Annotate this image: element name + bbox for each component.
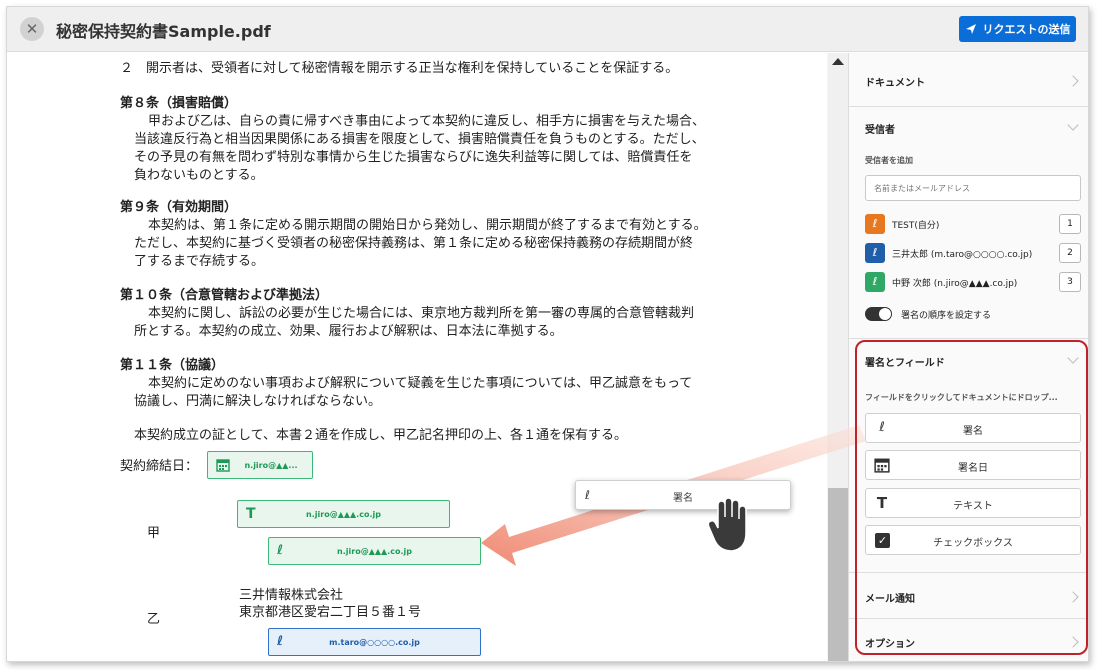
dragged-field-label: 署名	[673, 493, 693, 504]
app-window: ✕ 秘密保持契約書Sample.pdf リクエストの送信 ２ 開示者は、受領者に…	[6, 6, 1089, 662]
hand-cursor-icon	[707, 497, 747, 552]
drag-arrow-icon	[481, 425, 866, 566]
dragged-signature-field[interactable]: ℓ 署名	[575, 480, 791, 510]
